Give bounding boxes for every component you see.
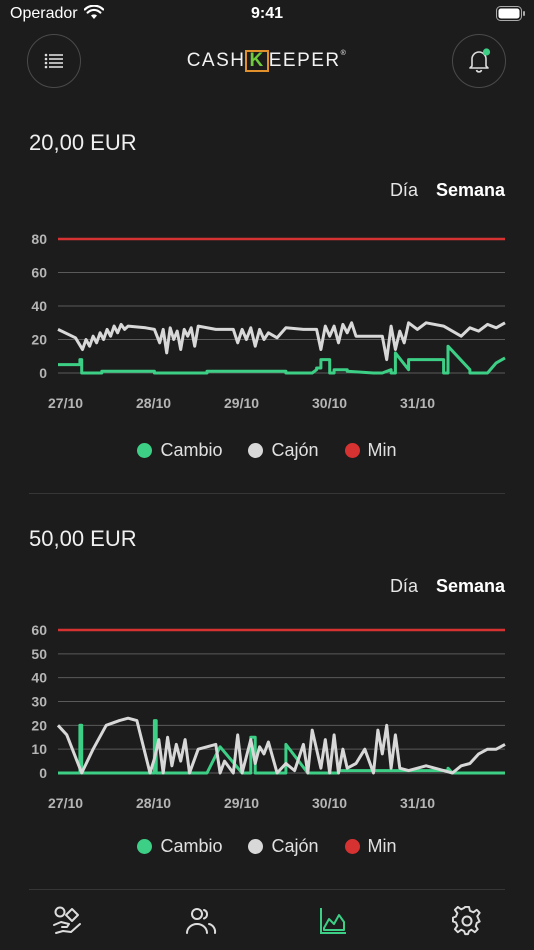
cambio-dot bbox=[137, 839, 153, 854]
period-day-button[interactable]: Día bbox=[390, 180, 418, 201]
logo-registered: ® bbox=[340, 50, 348, 57]
y-tick-label: 10 bbox=[31, 741, 47, 757]
status-bar: Operador 9:41 bbox=[0, 0, 534, 30]
y-tick-label: 0 bbox=[39, 765, 47, 781]
bell-icon bbox=[469, 48, 491, 73]
tab-users[interactable] bbox=[181, 904, 221, 938]
min-dot bbox=[344, 443, 360, 458]
gear-icon bbox=[452, 906, 481, 936]
y-tick-label: 50 bbox=[31, 646, 47, 662]
logo-prefix: CASH bbox=[186, 50, 246, 71]
x-tick-label: 28/10 bbox=[136, 795, 171, 811]
legend-item-cajon: Cajón bbox=[248, 836, 319, 857]
tab-charts[interactable] bbox=[313, 904, 353, 938]
chart-icon bbox=[320, 908, 346, 934]
series-line-cambio bbox=[58, 344, 506, 375]
period-week-button[interactable]: Semana bbox=[436, 180, 505, 201]
y-tick-label: 40 bbox=[31, 670, 47, 686]
legend-item-min: Min bbox=[344, 836, 397, 857]
y-tick-label: 80 bbox=[31, 231, 47, 247]
tab-cash[interactable] bbox=[47, 904, 87, 938]
x-tick-label: 30/10 bbox=[312, 795, 347, 811]
y-tick-label: 60 bbox=[31, 622, 47, 638]
series-line-cambio bbox=[58, 719, 505, 775]
x-tick-label: 29/10 bbox=[224, 395, 259, 411]
x-tick-label: 27/10 bbox=[48, 795, 83, 811]
chart-20eur: 0 20 40 60 80 27/10 28/10 29/10 30/10 31/10 bbox=[31, 231, 506, 411]
y-tick-label: 20 bbox=[31, 332, 47, 348]
period-week-button[interactable]: Semana bbox=[436, 576, 505, 597]
legend-item-cajon: Cajón bbox=[248, 440, 319, 461]
legend-label: Min bbox=[367, 440, 397, 460]
legend-20eur: Cambio Cajón Min bbox=[0, 440, 534, 461]
tab-bar bbox=[0, 890, 534, 950]
section-20eur: 20,00 EUR Día Semana bbox=[29, 130, 505, 200]
x-tick-label: 31/10 bbox=[400, 395, 435, 411]
cajon-dot bbox=[248, 443, 264, 458]
x-tick-label: 28/10 bbox=[136, 395, 171, 411]
section-title: 20,00 EUR bbox=[29, 130, 137, 155]
app-header: CASH K EEPER® bbox=[0, 34, 534, 92]
section-50eur: 50,00 EUR Día Semana bbox=[29, 526, 505, 596]
legend-label: Cambio bbox=[160, 836, 223, 856]
chart-50eur: 0 10 20 30 40 50 60 27/10 28/10 29/10 30/10 31/10 bbox=[31, 622, 506, 811]
battery-icon bbox=[496, 6, 526, 26]
y-tick-label: 0 bbox=[39, 365, 47, 381]
period-selector: Día Semana bbox=[390, 180, 505, 201]
x-tick-label: 30/10 bbox=[312, 395, 347, 411]
y-tick-label: 20 bbox=[31, 717, 47, 733]
y-tick-label: 30 bbox=[31, 694, 47, 710]
y-tick-label: 40 bbox=[31, 298, 47, 314]
section-divider bbox=[29, 493, 505, 494]
min-dot bbox=[344, 839, 360, 854]
period-day-button[interactable]: Día bbox=[390, 576, 418, 597]
series-line-cajon bbox=[57, 321, 506, 362]
legend-item-min: Min bbox=[344, 440, 397, 461]
x-tick-label: 27/10 bbox=[48, 395, 83, 411]
period-selector: Día Semana bbox=[390, 576, 505, 597]
legend-50eur: Cambio Cajón Min bbox=[0, 836, 534, 857]
cambio-dot bbox=[137, 443, 153, 458]
section-title: 50,00 EUR bbox=[29, 526, 137, 551]
legend-label: Cajón bbox=[271, 836, 319, 856]
hand-money-icon bbox=[53, 906, 81, 934]
clock: 9:41 bbox=[250, 5, 284, 22]
legend-label: Cambio bbox=[160, 440, 223, 460]
logo-suffix: EEPER bbox=[268, 50, 341, 71]
legend-label: Min bbox=[367, 836, 397, 856]
notifications-button[interactable] bbox=[452, 34, 506, 88]
logo-k: K bbox=[245, 50, 269, 72]
legend-item-cambio: Cambio bbox=[137, 836, 222, 857]
y-tick-label: 60 bbox=[31, 265, 47, 281]
users-icon bbox=[186, 908, 217, 934]
cajon-dot bbox=[248, 839, 264, 854]
x-tick-label: 31/10 bbox=[400, 795, 435, 811]
notification-dot bbox=[482, 48, 491, 56]
series-line-cajon bbox=[56, 716, 506, 775]
legend-label: Cajón bbox=[271, 440, 319, 460]
tab-settings[interactable] bbox=[447, 904, 487, 938]
x-tick-label: 29/10 bbox=[224, 795, 259, 811]
legend-item-cambio: Cambio bbox=[137, 440, 222, 461]
